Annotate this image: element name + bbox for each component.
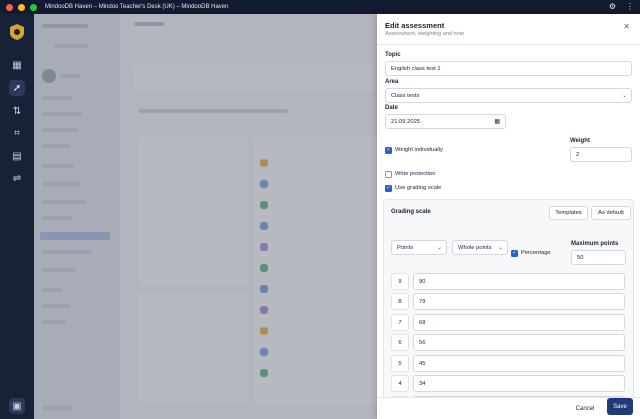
- grade-label: 4: [391, 375, 409, 392]
- granularity-value: Whole points: [458, 244, 492, 251]
- grade-threshold-input[interactable]: 90: [413, 273, 625, 290]
- rocket-icon[interactable]: ➚: [9, 80, 25, 96]
- panel-title: Edit assessment: [385, 21, 445, 30]
- scale-mode-select[interactable]: Points ⌄: [391, 240, 447, 255]
- chevron-down-icon: ⌄: [621, 93, 627, 99]
- scale-mode-value: Points: [397, 244, 414, 251]
- panel-icon[interactable]: ▣: [9, 398, 25, 414]
- edit-assessment-panel: Edit assessment Assessment, weighting an…: [377, 14, 640, 419]
- grading-scale-section: Grading scale Templates As default Point…: [383, 199, 634, 419]
- templates-button[interactable]: Templates: [549, 206, 588, 220]
- percentage-label: Percentage: [521, 250, 551, 256]
- weight-input[interactable]: 2: [570, 147, 632, 162]
- grade-threshold-input[interactable]: 79: [413, 293, 625, 310]
- close-icon[interactable]: ✕: [623, 22, 630, 31]
- sliders-icon[interactable]: ⇌: [9, 170, 25, 186]
- grade-label: 7: [391, 314, 409, 331]
- as-default-button[interactable]: As default: [591, 206, 631, 220]
- icon-rail: ▦ ➚ ⇅ ⌗ ▤ ⇌ ▣: [0, 14, 34, 419]
- cancel-button[interactable]: Cancel: [570, 401, 600, 416]
- write-protection-label: Write protection: [395, 171, 436, 177]
- calendar-icon[interactable]: ▦: [494, 118, 500, 125]
- use-grading-scale-label: Use grading scale: [395, 185, 442, 191]
- close-window-button[interactable]: [6, 3, 13, 11]
- date-label: Date: [385, 105, 399, 111]
- panel-subtitle: Assessment, weighting and note: [385, 31, 465, 37]
- granularity-select[interactable]: Whole points ⌄: [452, 240, 508, 255]
- grading-scale-label: Grading scale: [391, 209, 431, 215]
- chevron-down-icon: ⌄: [436, 245, 442, 251]
- date-input[interactable]: 21.09.2025 ▦: [385, 114, 506, 129]
- use-grading-scale-checkbox[interactable]: ✓: [385, 185, 392, 192]
- grade-label: 5: [391, 355, 409, 372]
- max-points-label: Maximum points: [571, 241, 619, 247]
- weight-label: Weight: [570, 138, 590, 144]
- grade-label: 6: [391, 334, 409, 351]
- title-bar: MindooDB Haven – Mindoo Teacher's Desk (…: [0, 0, 640, 14]
- weight-individually-checkbox[interactable]: ✓: [385, 147, 392, 154]
- grade-threshold-input[interactable]: 68: [413, 314, 625, 331]
- window-title: MindooDB Haven – Mindoo Teacher's Desk (…: [45, 4, 229, 10]
- grade-threshold-input[interactable]: 45: [413, 355, 625, 372]
- inbox-icon[interactable]: ▤: [9, 148, 25, 164]
- panel-footer: Cancel Save: [377, 397, 640, 419]
- extension-icon[interactable]: ⚙: [609, 2, 616, 11]
- focus-icon[interactable]: ⌗: [9, 125, 25, 141]
- chevron-down-icon: ⌄: [497, 245, 503, 251]
- area-select[interactable]: Class tests ⌄: [385, 88, 632, 103]
- topic-label: Topic: [385, 52, 401, 58]
- area-label: Area: [385, 79, 399, 85]
- area-value: Class tests: [391, 92, 420, 99]
- minimize-window-button[interactable]: [18, 3, 25, 11]
- write-protection-checkbox[interactable]: [385, 171, 392, 178]
- grade-label: 9: [391, 273, 409, 290]
- zoom-window-button[interactable]: [30, 3, 37, 11]
- more-icon[interactable]: ⋮: [626, 2, 634, 11]
- weight-individually-label: Weight individually: [395, 147, 443, 153]
- app-logo-icon: [10, 24, 24, 40]
- grade-label: 8: [391, 293, 409, 310]
- sort-icon[interactable]: ⇅: [9, 103, 25, 119]
- date-value: 21.09.2025: [391, 118, 421, 125]
- grade-threshold-input[interactable]: 34: [413, 375, 625, 392]
- percentage-checkbox[interactable]: ✓: [511, 250, 518, 257]
- save-button[interactable]: Save: [607, 398, 633, 415]
- dashboard-icon[interactable]: ▦: [9, 57, 25, 73]
- max-points-input[interactable]: 50: [571, 250, 626, 265]
- grade-threshold-input[interactable]: 56: [413, 334, 625, 351]
- topic-input[interactable]: English class test 1: [385, 61, 632, 76]
